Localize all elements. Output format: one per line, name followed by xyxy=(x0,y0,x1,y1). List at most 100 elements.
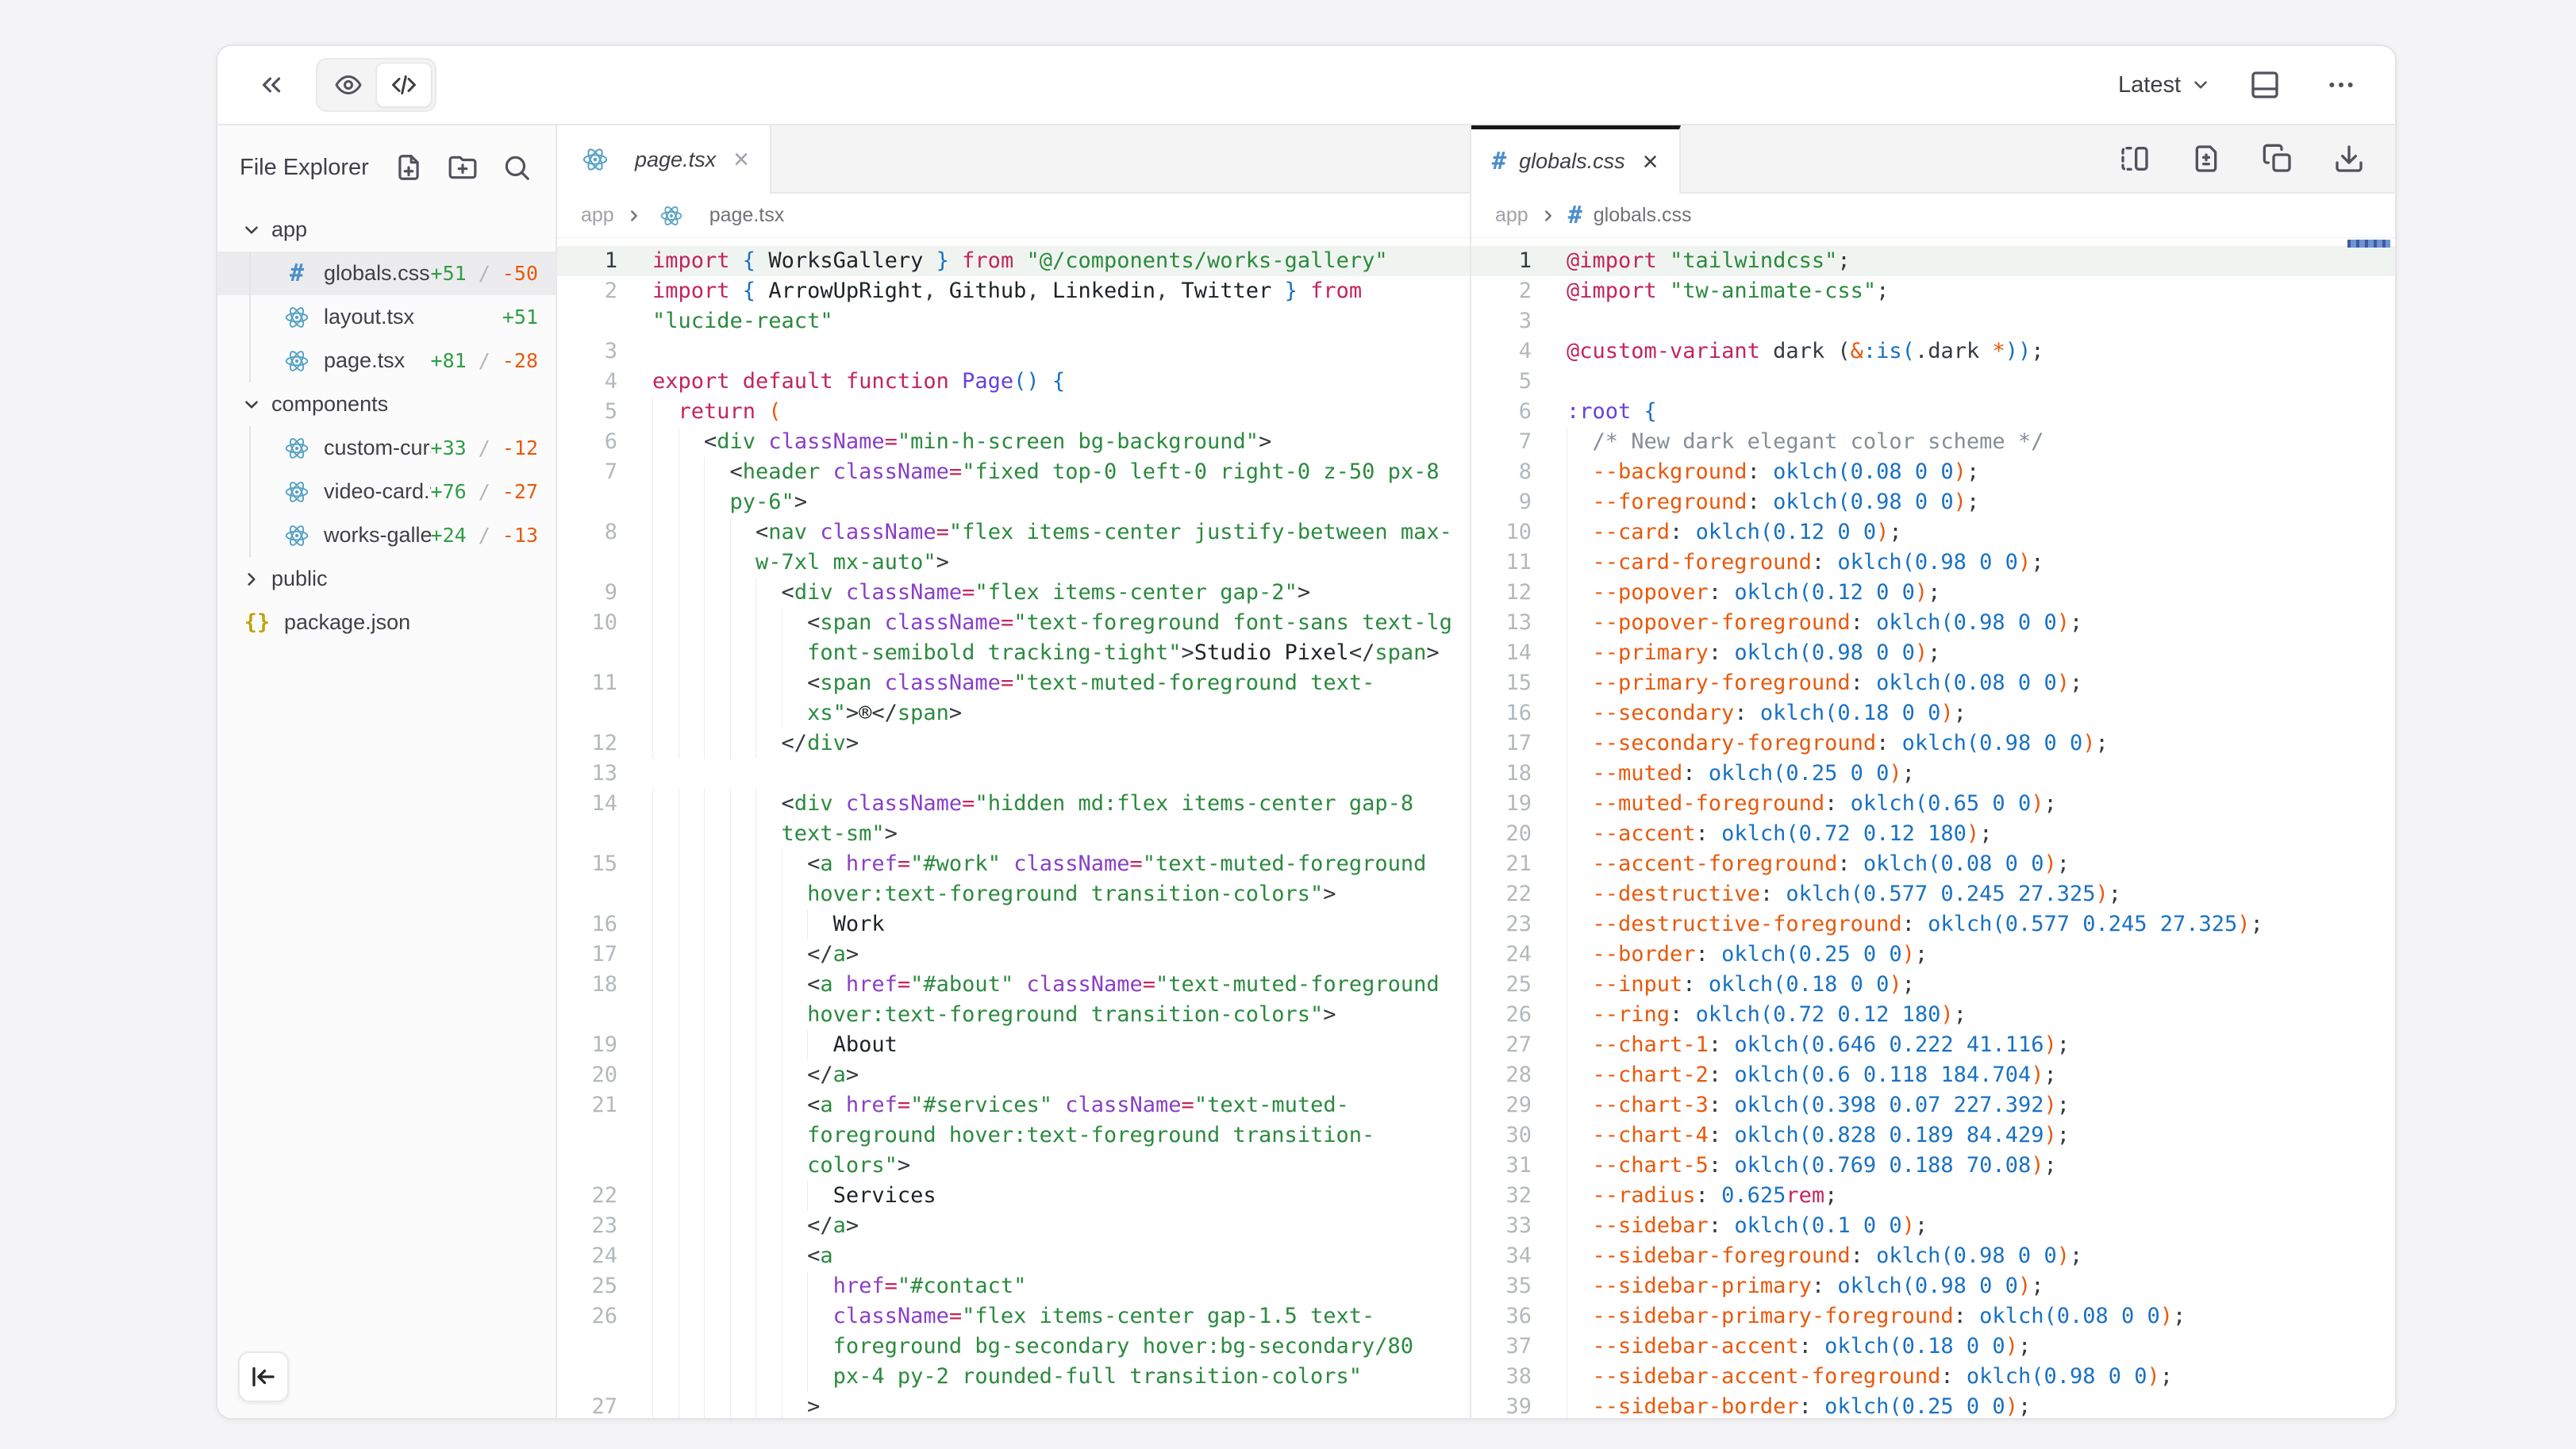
code-line: 1import { WorksGallery } from "@/compone… xyxy=(557,246,1470,276)
copy-icon xyxy=(2262,143,2293,175)
tree-file-video-card.tsx[interactable]: video-card.tsx+76 / -27 xyxy=(217,470,556,513)
download-icon xyxy=(2333,143,2365,175)
breadcrumb-folder[interactable]: app xyxy=(1495,204,1528,227)
code-line: 23--destructive-foreground: oklch(0.577 … xyxy=(1471,909,2395,940)
editor-pane-globals-css: # globals.css × xyxy=(1471,125,2395,1418)
code-line: 33--sidebar: oklch(0.1 0 0); xyxy=(1471,1211,2395,1241)
file-diff-button[interactable] xyxy=(2184,136,2228,181)
breadcrumb-file[interactable]: globals.css xyxy=(1594,204,1692,227)
code-view-page-tsx[interactable]: 1import { WorksGallery } from "@/compone… xyxy=(557,240,1470,1418)
close-tab-icon[interactable]: × xyxy=(1643,148,1659,175)
diff-stats: +33 / -12 xyxy=(431,436,556,459)
react-icon xyxy=(654,204,689,228)
file-explorer-sidebar: File Explorer app#globals.css+51 / -50la… xyxy=(217,125,557,1418)
code-line: 27> xyxy=(557,1392,1470,1418)
folder-plus-icon xyxy=(448,152,478,183)
split-editor-button[interactable] xyxy=(2113,136,2157,181)
code-line: 19--muted-foreground: oklch(0.65 0 0); xyxy=(1471,789,2395,819)
code-line: 8--background: oklch(0.08 0 0); xyxy=(1471,457,2395,487)
copy-code-button[interactable] xyxy=(2255,136,2300,181)
breadcrumb: app # globals.css xyxy=(1471,194,2395,238)
code-line: 29--chart-3: oklch(0.398 0.07 227.392); xyxy=(1471,1090,2395,1120)
code-line: 38--sidebar-accent-foreground: oklch(0.9… xyxy=(1471,1362,2395,1392)
tree-indent-guide xyxy=(249,295,279,339)
tree-file-works-galler[interactable]: works-galler…+24 / -13 xyxy=(217,513,556,557)
top-toolbar: Latest xyxy=(217,46,2395,125)
tree-file-package.json[interactable]: {}package.json xyxy=(217,601,556,644)
code-line: 32--radius: 0.625rem; xyxy=(1471,1181,2395,1211)
code-line: 6:root { xyxy=(1471,397,2395,427)
code-line: 18--muted: oklch(0.25 0 0); xyxy=(1471,759,2395,789)
code-line: 7/* New dark elegant color scheme */ xyxy=(1471,427,2395,457)
code-line: 20--accent: oklch(0.72 0.12 180); xyxy=(1471,819,2395,849)
collapse-sidebar-button[interactable] xyxy=(238,1351,289,1402)
scroll-position-indicator[interactable] xyxy=(2347,240,2390,248)
code-editor-panel: Latest File Explorer xyxy=(216,44,2397,1420)
download-button[interactable] xyxy=(2327,136,2371,181)
code-line: 14<div className="hidden md:flex items-c… xyxy=(557,789,1470,849)
tree-file-globals.css[interactable]: #globals.css+51 / -50 xyxy=(217,252,556,295)
diff-stats: +51 xyxy=(502,306,556,329)
file-diff-icon xyxy=(2190,143,2222,175)
code-line: 4export default function Page() { xyxy=(557,367,1470,397)
react-icon xyxy=(582,146,609,173)
diff-stats: +76 / -27 xyxy=(431,480,556,503)
tab-globals-css[interactable]: # globals.css × xyxy=(1471,125,1681,194)
new-file-button[interactable] xyxy=(390,149,427,186)
code-line: 10<span className="text-foreground font-… xyxy=(557,608,1470,668)
close-tab-icon[interactable]: × xyxy=(733,146,749,173)
tree-folder-app[interactable]: app xyxy=(217,208,556,252)
code-line: 36--sidebar-primary-foreground: oklch(0.… xyxy=(1471,1301,2395,1332)
code-line: 10--card: oklch(0.12 0 0); xyxy=(1471,517,2395,548)
code-line: 5 xyxy=(1471,367,2395,397)
breadcrumb-file[interactable]: page.tsx xyxy=(709,204,785,227)
chevron-down-icon xyxy=(2190,75,2211,95)
code-line: 34--sidebar-foreground: oklch(0.98 0 0); xyxy=(1471,1241,2395,1271)
code-line: 17--secondary-foreground: oklch(0.98 0 0… xyxy=(1471,728,2395,759)
code-line: 1@import "tailwindcss"; xyxy=(1471,246,2395,276)
code-line: 17</a> xyxy=(557,940,1470,970)
tree-file-custom-curs[interactable]: custom-curs…+33 / -12 xyxy=(217,426,556,470)
code-line: 11<span className="text-muted-foreground… xyxy=(557,668,1470,728)
react-icon xyxy=(284,348,310,374)
code-line: 5return ( xyxy=(557,397,1470,427)
code-line: 25--input: oklch(0.18 0 0); xyxy=(1471,970,2395,1000)
panel-bottom-button[interactable] xyxy=(2243,63,2287,107)
code-line: 15--primary-foreground: oklch(0.08 0 0); xyxy=(1471,668,2395,698)
code-line: 22--destructive: oklch(0.577 0.245 27.32… xyxy=(1471,879,2395,909)
tab-page-tsx[interactable]: page.tsx × xyxy=(557,125,771,194)
search-icon xyxy=(502,152,532,183)
preview-toggle-button[interactable] xyxy=(321,63,376,107)
code-line: 22Services xyxy=(557,1181,1470,1211)
code-line: 16Work xyxy=(557,909,1470,940)
code-line: 3 xyxy=(1471,306,2395,336)
new-folder-button[interactable] xyxy=(444,149,481,186)
tab-label: globals.css xyxy=(1519,149,1625,174)
code-line: 13--popover-foreground: oklch(0.98 0 0); xyxy=(1471,608,2395,638)
code-view-globals-css[interactable]: 1@import "tailwindcss";2@import "tw-anim… xyxy=(1471,240,2395,1418)
tree-file-layout.tsx[interactable]: layout.tsx+51 xyxy=(217,295,556,339)
code-line: 19About xyxy=(557,1030,1470,1060)
more-options-button[interactable] xyxy=(2319,63,2363,107)
breadcrumb-folder[interactable]: app xyxy=(581,204,614,227)
tree-file-page.tsx[interactable]: page.tsx+81 / -28 xyxy=(217,339,556,382)
tree-folder-components[interactable]: components xyxy=(217,382,556,426)
code-line: 23</a> xyxy=(557,1211,1470,1241)
code-line: 26className="flex items-center gap-1.5 t… xyxy=(557,1301,1470,1392)
version-selector[interactable]: Latest xyxy=(2118,72,2211,98)
code-toggle-button[interactable] xyxy=(376,63,432,107)
tabbar-left: page.tsx × xyxy=(557,125,1470,194)
file-explorer-title: File Explorer xyxy=(240,155,369,181)
code-line: 2import { ArrowUpRight, Github, Linkedin… xyxy=(557,276,1470,336)
chevron-right-icon xyxy=(241,569,262,590)
code-line: 11--card-foreground: oklch(0.98 0 0); xyxy=(1471,548,2395,578)
search-files-button[interactable] xyxy=(498,149,535,186)
code-line: 4@custom-variant dark (&:is(.dark *)); xyxy=(1471,336,2395,367)
react-icon xyxy=(659,204,683,228)
tab-label: page.tsx xyxy=(635,148,716,172)
code-line: 24--border: oklch(0.25 0 0); xyxy=(1471,940,2395,970)
collapse-panel-button[interactable] xyxy=(249,63,294,107)
panel-bottom-icon xyxy=(2249,69,2281,101)
tree-folder-public[interactable]: public xyxy=(217,557,556,601)
chevrons-left-icon xyxy=(256,70,286,100)
